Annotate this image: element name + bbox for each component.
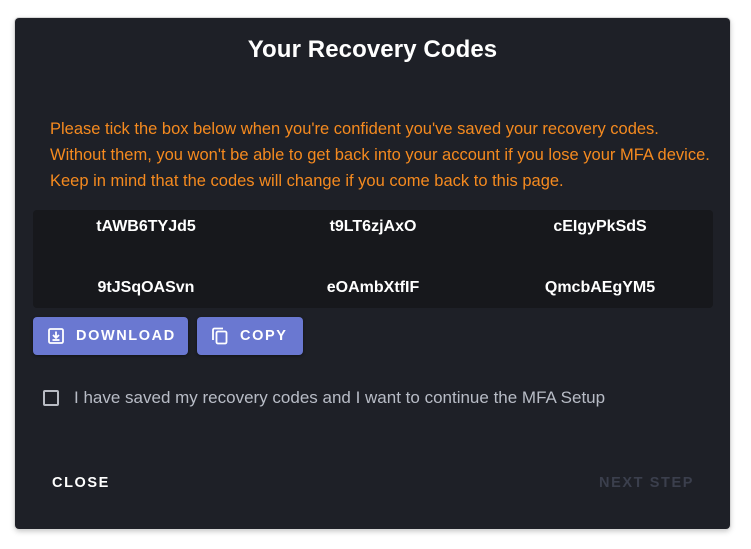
recovery-code: 9tJSqOASvn [97, 279, 195, 296]
confirm-saved-row[interactable]: I have saved my recovery codes and I wan… [43, 388, 605, 408]
recovery-code: tAWB6TYJd5 [96, 218, 196, 235]
recovery-code: t9LT6zjAxO [329, 218, 417, 235]
recovery-code: cEIgyPkSdS [553, 218, 647, 235]
copy-icon [211, 327, 229, 345]
close-button[interactable]: CLOSE [52, 475, 110, 491]
dialog-title: Your Recovery Codes [247, 36, 498, 63]
copy-button-label: COPY [240, 328, 288, 344]
confirm-saved-label[interactable]: I have saved my recovery codes and I wan… [74, 388, 605, 408]
confirm-saved-checkbox[interactable] [43, 390, 59, 406]
download-button-label: DOWNLOAD [76, 328, 176, 344]
recovery-code: QmcbAEgYM5 [544, 279, 656, 296]
recovery-code: eOAmbXtfIF [326, 279, 420, 296]
recovery-codes-dialog: Your Recovery Codes Please tick the box … [15, 18, 730, 529]
copy-button[interactable]: COPY [197, 317, 303, 355]
recovery-codes-grid: tAWB6TYJd5 t9LT6zjAxO cEIgyPkSdS 9tJSqOA… [33, 210, 713, 308]
next-step-button[interactable]: NEXT STEP [599, 475, 694, 491]
download-button[interactable]: DOWNLOAD [33, 317, 188, 355]
recovery-warning-text: Please tick the box below when you're co… [50, 120, 710, 190]
download-icon [47, 327, 65, 345]
